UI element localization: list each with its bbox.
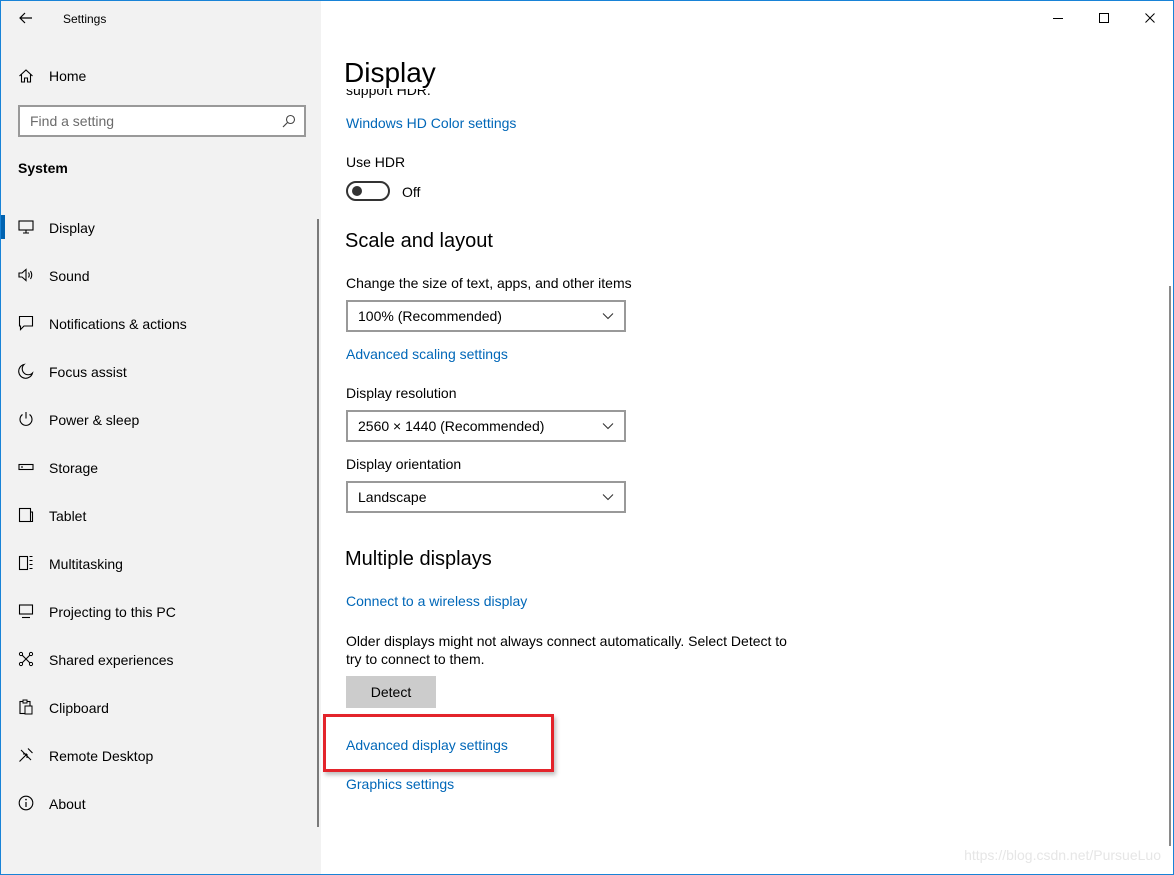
title-bar: Settings: [1, 1, 321, 35]
monitor-icon: [18, 220, 34, 234]
sidebar-item-remote-desktop[interactable]: Remote Desktop: [1, 731, 321, 779]
hdr-description-text: support HDR.: [346, 89, 431, 98]
home-nav-item[interactable]: Home: [1, 59, 321, 93]
content-pane: Display support HDR. Windows HD Color se…: [321, 1, 1173, 874]
use-hdr-label: Use HDR: [346, 154, 406, 170]
close-button[interactable]: [1127, 1, 1173, 35]
sidebar-item-label: Storage: [49, 460, 99, 476]
back-button[interactable]: [11, 5, 41, 31]
sidebar-item-label: About: [49, 796, 86, 812]
minimize-icon: [1053, 18, 1063, 19]
scale-dropdown-value: 100% (Recommended): [358, 308, 502, 324]
sidebar-item-storage[interactable]: Storage: [1, 443, 321, 491]
search-box[interactable]: [18, 105, 306, 137]
use-hdr-toggle[interactable]: [346, 181, 390, 201]
sidebar-item-power-sleep[interactable]: Power & sleep: [1, 395, 321, 443]
sidebar-item-label: Focus assist: [49, 364, 127, 380]
multiple-displays-heading: Multiple displays: [345, 548, 492, 570]
sidebar-scrollbar[interactable]: [317, 219, 319, 827]
scale-label: Change the size of text, apps, and other…: [346, 275, 632, 291]
multitasking-icon: [18, 555, 33, 571]
sidebar-item-clipboard[interactable]: Clipboard: [1, 683, 321, 731]
settings-window: Settings Home System Display: [0, 0, 1174, 875]
sidebar-item-sound[interactable]: Sound: [1, 251, 321, 299]
window-controls: [1035, 1, 1173, 35]
clipboard-icon: [19, 699, 33, 715]
moon-icon: [18, 363, 34, 379]
watermark-text: https://blog.csdn.net/PursueLuo: [964, 847, 1161, 863]
app-title: Settings: [63, 12, 107, 26]
use-hdr-toggle-state: Off: [402, 184, 421, 200]
detect-description: Older displays might not always connect …: [346, 633, 787, 667]
sidebar-item-display[interactable]: Display: [1, 203, 321, 251]
sidebar-item-notifications[interactable]: Notifications & actions: [1, 299, 321, 347]
sidebar-item-label: Display: [49, 220, 95, 236]
sidebar-item-label: Projecting to this PC: [49, 604, 176, 620]
search-icon[interactable]: [282, 114, 296, 128]
sidebar-item-label: Notifications & actions: [49, 316, 187, 332]
home-icon: [19, 69, 33, 83]
sidebar-item-about[interactable]: About: [1, 779, 321, 827]
graphics-settings-link[interactable]: Graphics settings: [346, 776, 454, 792]
sidebar-item-label: Sound: [49, 268, 90, 284]
speaker-icon: [18, 268, 33, 282]
display-resolution-label: Display resolution: [346, 385, 457, 401]
advanced-scaling-settings-link[interactable]: Advanced scaling settings: [346, 346, 508, 362]
sidebar-item-label: Clipboard: [49, 700, 109, 716]
advanced-display-settings-link[interactable]: Advanced display settings: [346, 737, 508, 753]
sidebar-item-shared-experiences[interactable]: Shared experiences: [1, 635, 321, 683]
close-icon: [1145, 13, 1155, 23]
search-input[interactable]: [20, 107, 270, 135]
sidebar-item-label: Tablet: [49, 508, 87, 524]
chevron-down-icon: [602, 423, 614, 430]
detect-button[interactable]: Detect: [346, 676, 436, 708]
power-icon: [19, 412, 33, 426]
chevron-down-icon: [602, 313, 614, 320]
home-label: Home: [49, 68, 87, 84]
shared-experiences-icon: [18, 651, 34, 667]
chevron-down-icon: [602, 494, 614, 501]
projecting-icon: [18, 604, 34, 619]
section-header: System: [18, 160, 68, 176]
sidebar-item-label: Remote Desktop: [49, 748, 154, 764]
resolution-dropdown-value: 2560 × 1440 (Recommended): [358, 418, 545, 434]
tablet-icon: [18, 507, 34, 523]
page-title: Display: [344, 57, 436, 88]
sidebar-nav: Display Sound Notifications & actions Fo…: [1, 203, 321, 827]
sidebar-item-focus-assist[interactable]: Focus assist: [1, 347, 321, 395]
sidebar-item-label: Shared experiences: [49, 652, 174, 668]
connect-wireless-display-link[interactable]: Connect to a wireless display: [346, 593, 527, 609]
remote-desktop-icon: [19, 748, 33, 762]
display-orientation-label: Display orientation: [346, 456, 462, 472]
hdr-description-partial: support HDR.: [346, 89, 431, 103]
minimize-button[interactable]: [1035, 1, 1081, 35]
display-resolution-dropdown[interactable]: 2560 × 1440 (Recommended): [346, 410, 626, 442]
storage-icon: [18, 463, 34, 471]
scale-layout-heading: Scale and layout: [345, 230, 493, 252]
sidebar-item-label: Multitasking: [49, 556, 123, 572]
sidebar-item-projecting[interactable]: Projecting to this PC: [1, 587, 321, 635]
sidebar-item-label: Power & sleep: [49, 412, 140, 428]
scale-dropdown[interactable]: 100% (Recommended): [346, 300, 626, 332]
back-arrow-icon: [19, 12, 32, 24]
maximize-button[interactable]: [1081, 1, 1127, 35]
orientation-dropdown-value: Landscape: [358, 489, 427, 505]
info-icon: [18, 795, 34, 811]
content-scrollbar[interactable]: [1169, 286, 1171, 846]
sidebar: Settings Home System Display: [1, 1, 321, 874]
sidebar-item-multitasking[interactable]: Multitasking: [1, 539, 321, 587]
windows-hd-color-settings-link[interactable]: Windows HD Color settings: [346, 115, 516, 131]
display-orientation-dropdown[interactable]: Landscape: [346, 481, 626, 513]
maximize-icon: [1099, 13, 1109, 23]
notifications-icon: [18, 315, 34, 331]
sidebar-item-tablet[interactable]: Tablet: [1, 491, 321, 539]
